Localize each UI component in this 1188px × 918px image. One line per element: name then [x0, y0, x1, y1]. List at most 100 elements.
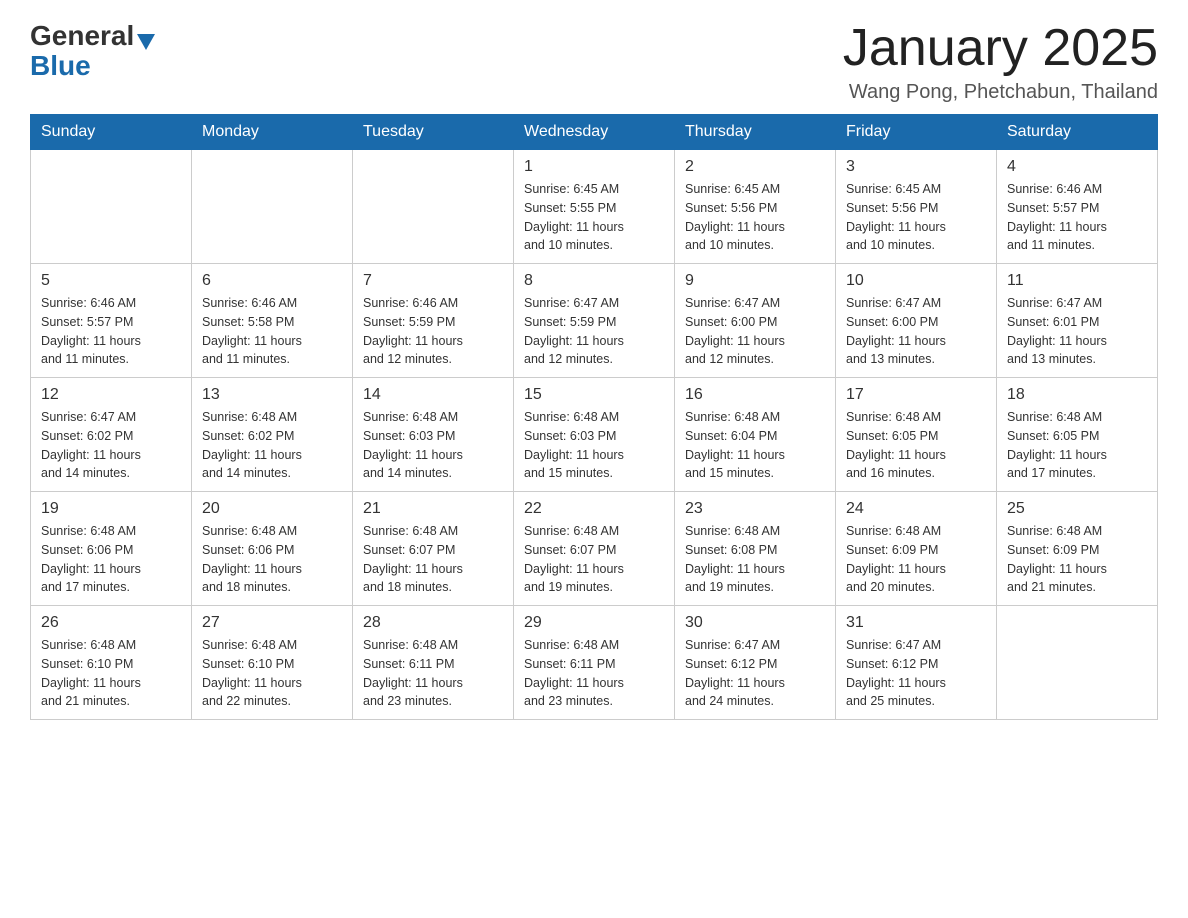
- day-info: Sunrise: 6:48 AM Sunset: 6:03 PM Dayligh…: [524, 408, 664, 483]
- calendar-day-cell: 11 Sunrise: 6:47 AM Sunset: 6:01 PM Dayli…: [997, 264, 1158, 378]
- day-number: 4: [1007, 158, 1147, 176]
- calendar-day-cell: 24 Sunrise: 6:48 AM Sunset: 6:09 PM Dayli…: [836, 492, 997, 606]
- day-info: Sunrise: 6:48 AM Sunset: 6:03 PM Dayligh…: [363, 408, 503, 483]
- calendar-day-cell: 5 Sunrise: 6:46 AM Sunset: 5:57 PM Daylig…: [31, 264, 192, 378]
- day-number: 26: [41, 614, 181, 632]
- calendar-day-cell: 8 Sunrise: 6:47 AM Sunset: 5:59 PM Daylig…: [514, 264, 675, 378]
- day-number: 9: [685, 272, 825, 290]
- day-number: 17: [846, 386, 986, 404]
- day-number: 22: [524, 500, 664, 518]
- calendar-day-cell: 9Sunrise: 6:47 AM Sunset: 6:00 PM Daylig…: [675, 264, 836, 378]
- calendar-day-cell: 30Sunrise: 6:47 AM Sunset: 6:12 PM Dayli…: [675, 606, 836, 720]
- day-info: Sunrise: 6:45 AM Sunset: 5:55 PM Dayligh…: [524, 180, 664, 255]
- calendar-header-cell: Thursday: [675, 115, 836, 150]
- calendar-header-cell: Sunday: [31, 115, 192, 150]
- day-info: Sunrise: 6:46 AM Sunset: 5:57 PM Dayligh…: [41, 294, 181, 369]
- day-info: Sunrise: 6:46 AM Sunset: 5:59 PM Dayligh…: [363, 294, 503, 369]
- calendar-day-cell: 15 Sunrise: 6:48 AM Sunset: 6:03 PM Dayli…: [514, 378, 675, 492]
- calendar-day-cell: 2 Sunrise: 6:45 AM Sunset: 5:56 PM Daylig…: [675, 150, 836, 264]
- calendar-day-cell: 19 Sunrise: 6:48 AM Sunset: 6:06 PM Dayli…: [31, 492, 192, 606]
- day-info: Sunrise: 6:46 AM Sunset: 5:57 PM Dayligh…: [1007, 180, 1147, 255]
- day-number: 27: [202, 614, 342, 632]
- day-number: 2: [685, 158, 825, 176]
- day-number: 21: [363, 500, 503, 518]
- day-number: 24: [846, 500, 986, 518]
- calendar-table: SundayMondayTuesdayWednesdayThursdayFrid…: [30, 114, 1158, 720]
- day-number: 5: [41, 272, 181, 290]
- calendar-week-row: 12Sunrise: 6:47 AM Sunset: 6:02 PM Dayli…: [31, 378, 1158, 492]
- calendar-day-cell: 4 Sunrise: 6:46 AM Sunset: 5:57 PM Daylig…: [997, 150, 1158, 264]
- day-info: Sunrise: 6:48 AM Sunset: 6:10 PM Dayligh…: [41, 636, 181, 711]
- calendar-header-cell: Friday: [836, 115, 997, 150]
- day-info: Sunrise: 6:48 AM Sunset: 6:11 PM Dayligh…: [524, 636, 664, 711]
- day-number: 8: [524, 272, 664, 290]
- day-number: 15: [524, 386, 664, 404]
- day-number: 11: [1007, 272, 1147, 290]
- calendar-day-cell: 10 Sunrise: 6:47 AM Sunset: 6:00 PM Dayli…: [836, 264, 997, 378]
- calendar-day-cell: 22 Sunrise: 6:48 AM Sunset: 6:07 PM Dayli…: [514, 492, 675, 606]
- day-info: Sunrise: 6:48 AM Sunset: 6:07 PM Dayligh…: [363, 522, 503, 597]
- logo-blue: Blue: [30, 50, 91, 82]
- day-info: Sunrise: 6:47 AM Sunset: 5:59 PM Dayligh…: [524, 294, 664, 369]
- day-info: Sunrise: 6:48 AM Sunset: 6:05 PM Dayligh…: [1007, 408, 1147, 483]
- day-info: Sunrise: 6:46 AM Sunset: 5:58 PM Dayligh…: [202, 294, 342, 369]
- calendar-day-cell: 17 Sunrise: 6:48 AM Sunset: 6:05 PM Dayli…: [836, 378, 997, 492]
- calendar-day-cell: 29Sunrise: 6:48 AM Sunset: 6:11 PM Dayli…: [514, 606, 675, 720]
- calendar-week-row: 5 Sunrise: 6:46 AM Sunset: 5:57 PM Daylig…: [31, 264, 1158, 378]
- day-number: 1: [524, 158, 664, 176]
- calendar-day-cell: 25 Sunrise: 6:48 AM Sunset: 6:09 PM Dayli…: [997, 492, 1158, 606]
- day-info: Sunrise: 6:47 AM Sunset: 6:02 PM Dayligh…: [41, 408, 181, 483]
- calendar-week-row: 26 Sunrise: 6:48 AM Sunset: 6:10 PM Dayli…: [31, 606, 1158, 720]
- calendar-day-cell: 16 Sunrise: 6:48 AM Sunset: 6:04 PM Dayli…: [675, 378, 836, 492]
- day-info: Sunrise: 6:45 AM Sunset: 5:56 PM Dayligh…: [846, 180, 986, 255]
- calendar-day-cell: 3 Sunrise: 6:45 AM Sunset: 5:56 PM Daylig…: [836, 150, 997, 264]
- day-number: 30: [685, 614, 825, 632]
- calendar-body: 1 Sunrise: 6:45 AM Sunset: 5:55 PM Daylig…: [31, 150, 1158, 720]
- calendar-day-cell: 13 Sunrise: 6:48 AM Sunset: 6:02 PM Dayli…: [192, 378, 353, 492]
- day-info: Sunrise: 6:48 AM Sunset: 6:05 PM Dayligh…: [846, 408, 986, 483]
- calendar-header-cell: Wednesday: [514, 115, 675, 150]
- logo: General Blue: [30, 20, 155, 82]
- day-number: 14: [363, 386, 503, 404]
- calendar-header-row: SundayMondayTuesdayWednesdayThursdayFrid…: [31, 115, 1158, 150]
- day-info: Sunrise: 6:47 AM Sunset: 6:00 PM Dayligh…: [846, 294, 986, 369]
- day-number: 10: [846, 272, 986, 290]
- calendar-day-cell: 21 Sunrise: 6:48 AM Sunset: 6:07 PM Dayli…: [353, 492, 514, 606]
- day-number: 6: [202, 272, 342, 290]
- logo-general: General: [30, 20, 134, 52]
- day-number: 31: [846, 614, 986, 632]
- day-info: Sunrise: 6:48 AM Sunset: 6:08 PM Dayligh…: [685, 522, 825, 597]
- calendar-day-cell: [31, 150, 192, 264]
- day-number: 3: [846, 158, 986, 176]
- day-number: 16: [685, 386, 825, 404]
- calendar-day-cell: 31 Sunrise: 6:47 AM Sunset: 6:12 PM Dayli…: [836, 606, 997, 720]
- day-number: 25: [1007, 500, 1147, 518]
- day-info: Sunrise: 6:48 AM Sunset: 6:09 PM Dayligh…: [1007, 522, 1147, 597]
- calendar-day-cell: 20 Sunrise: 6:48 AM Sunset: 6:06 PM Dayli…: [192, 492, 353, 606]
- calendar-day-cell: [997, 606, 1158, 720]
- calendar-day-cell: 28Sunrise: 6:48 AM Sunset: 6:11 PM Dayli…: [353, 606, 514, 720]
- day-number: 18: [1007, 386, 1147, 404]
- calendar-day-cell: 27Sunrise: 6:48 AM Sunset: 6:10 PM Dayli…: [192, 606, 353, 720]
- calendar-day-cell: 26 Sunrise: 6:48 AM Sunset: 6:10 PM Dayli…: [31, 606, 192, 720]
- calendar-day-cell: [353, 150, 514, 264]
- day-info: Sunrise: 6:48 AM Sunset: 6:06 PM Dayligh…: [41, 522, 181, 597]
- day-number: 19: [41, 500, 181, 518]
- day-info: Sunrise: 6:48 AM Sunset: 6:07 PM Dayligh…: [524, 522, 664, 597]
- calendar-day-cell: 14 Sunrise: 6:48 AM Sunset: 6:03 PM Dayli…: [353, 378, 514, 492]
- day-info: Sunrise: 6:48 AM Sunset: 6:06 PM Dayligh…: [202, 522, 342, 597]
- calendar-week-row: 1 Sunrise: 6:45 AM Sunset: 5:55 PM Daylig…: [31, 150, 1158, 264]
- calendar-header-cell: Tuesday: [353, 115, 514, 150]
- day-info: Sunrise: 6:47 AM Sunset: 6:12 PM Dayligh…: [846, 636, 986, 711]
- day-number: 20: [202, 500, 342, 518]
- day-info: Sunrise: 6:47 AM Sunset: 6:01 PM Dayligh…: [1007, 294, 1147, 369]
- day-info: Sunrise: 6:48 AM Sunset: 6:02 PM Dayligh…: [202, 408, 342, 483]
- day-number: 13: [202, 386, 342, 404]
- day-info: Sunrise: 6:48 AM Sunset: 6:09 PM Dayligh…: [846, 522, 986, 597]
- logo-triangle-icon: [137, 34, 155, 50]
- day-number: 7: [363, 272, 503, 290]
- day-info: Sunrise: 6:45 AM Sunset: 5:56 PM Dayligh…: [685, 180, 825, 255]
- day-info: Sunrise: 6:48 AM Sunset: 6:04 PM Dayligh…: [685, 408, 825, 483]
- calendar-header-cell: Monday: [192, 115, 353, 150]
- day-info: Sunrise: 6:48 AM Sunset: 6:11 PM Dayligh…: [363, 636, 503, 711]
